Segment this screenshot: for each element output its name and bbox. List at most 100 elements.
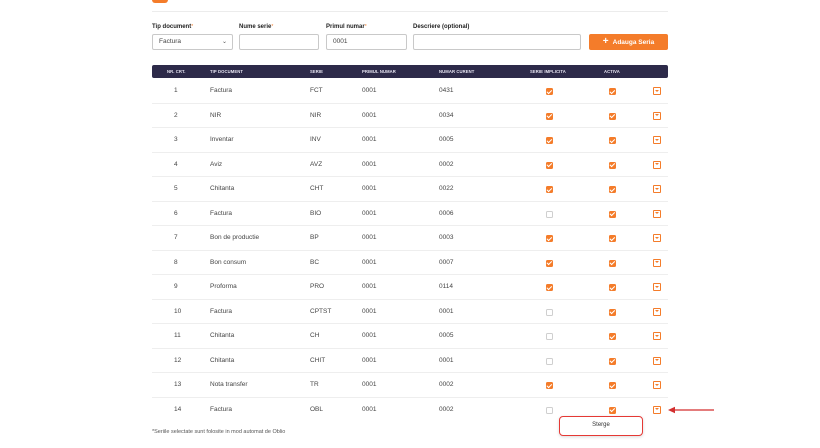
serie-implicita-checkbox[interactable] (546, 382, 553, 389)
activa-checkbox[interactable] (609, 235, 616, 242)
table-row: 10 Factura CPTST 0001 0001 (152, 300, 668, 324)
table-row: 9 Proforma PRO 0001 0114 (152, 275, 668, 300)
cell-tip-document: NIR (210, 111, 222, 119)
cell-primul-numar: 0001 (362, 136, 377, 143)
serie-implicita-checkbox[interactable] (546, 284, 553, 291)
cell-numar-curent: 0006 (439, 209, 454, 217)
descriere-input[interactable] (413, 34, 581, 50)
cell-serie: AVZ (310, 160, 323, 168)
table-row: 7 Bon de productie BP 0001 0003 (152, 226, 668, 251)
cell-primul-numar: 0001 (362, 234, 377, 241)
serie-implicita-checkbox[interactable] (546, 406, 553, 414)
cell-serie: CHIT (310, 356, 326, 364)
cell-primul-numar: 0001 (362, 332, 377, 339)
activa-checkbox[interactable] (609, 357, 616, 365)
serie-implicita-checkbox[interactable] (546, 308, 553, 316)
activa-checkbox[interactable] (609, 308, 616, 316)
add-series-button[interactable]: + Adauga Seria (589, 34, 668, 50)
nume-serie-label: Nume serie* (239, 24, 274, 30)
cell-tip-document: Nota transfer (210, 381, 248, 388)
row-dropdown-icon[interactable] (653, 160, 661, 169)
serie-implicita-checkbox[interactable] (546, 88, 553, 95)
row-dropdown-icon[interactable] (653, 111, 661, 120)
col-nr-crt: NR. CRT. (167, 69, 186, 74)
cell-nr-crt: 12 (174, 356, 182, 364)
activa-checkbox[interactable] (609, 284, 616, 291)
serie-implicita-checkbox[interactable] (546, 137, 553, 144)
row-dropdown-icon[interactable] (653, 234, 661, 242)
cell-numar-curent: 0001 (439, 307, 454, 315)
descriere-label: Descriere (optional) (413, 24, 470, 30)
col-primul-numar: PRIMUL NUMAR (362, 69, 396, 74)
cell-nr-crt: 11 (174, 332, 181, 339)
cell-primul-numar: 0001 (362, 160, 377, 168)
cell-tip-document: Bon consum (210, 258, 247, 266)
table-row: 11 Chitanta CH 0001 0005 (152, 324, 668, 349)
activa-checkbox[interactable] (609, 186, 616, 193)
table-row: 1 Factura FCT 0001 0431 (152, 79, 668, 104)
col-activa: ACTIVA (604, 69, 620, 74)
table-row: 3 Inventar INV 0001 0005 (152, 128, 668, 153)
serie-implicita-checkbox[interactable] (546, 112, 553, 120)
cell-primul-numar: 0001 (362, 185, 377, 192)
cell-numar-curent: 0114 (439, 283, 453, 290)
activa-checkbox[interactable] (609, 259, 616, 267)
top-tab-indicator (152, 0, 168, 3)
delete-menu-item[interactable]: Sterge (559, 416, 643, 436)
activa-checkbox[interactable] (609, 333, 616, 340)
serie-implicita-checkbox[interactable] (546, 357, 553, 365)
activa-checkbox[interactable] (609, 112, 616, 120)
table-row: 13 Nota transfer TR 0001 0002 (152, 373, 668, 398)
activa-checkbox[interactable] (609, 406, 616, 414)
cell-nr-crt: 10 (174, 307, 182, 315)
table-row: 6 Factura BIO 0001 0006 (152, 202, 668, 226)
row-dropdown-icon[interactable] (653, 136, 661, 144)
activa-checkbox[interactable] (609, 88, 616, 95)
serie-implicita-checkbox[interactable] (546, 235, 553, 242)
cell-tip-document: Factura (210, 307, 233, 315)
row-dropdown-icon[interactable] (653, 185, 661, 193)
row-dropdown-icon[interactable] (653, 381, 661, 389)
tip-document-select[interactable]: Factura ⌄ (152, 34, 233, 50)
cell-tip-document: Chitanta (210, 332, 235, 339)
cell-serie: PRO (310, 283, 325, 290)
primul-numar-input[interactable]: 0001 (326, 34, 407, 50)
activa-checkbox[interactable] (609, 210, 616, 218)
cell-serie: INV (310, 136, 321, 143)
footnote: *Seriile selectate sunt folosite in mod … (152, 429, 286, 435)
serie-implicita-checkbox[interactable] (546, 186, 553, 193)
activa-checkbox[interactable] (609, 161, 616, 169)
row-dropdown-icon[interactable] (653, 209, 661, 218)
cell-nr-crt: 3 (174, 136, 178, 143)
cell-nr-crt: 14 (174, 405, 182, 413)
row-dropdown-icon[interactable] (653, 332, 661, 340)
cell-numar-curent: 0002 (439, 405, 454, 413)
cell-numar-curent: 0005 (439, 136, 454, 143)
cell-serie: CHT (310, 185, 324, 192)
serie-implicita-checkbox[interactable] (546, 161, 553, 169)
table-header: NR. CRT. TIP DOCUMENT SERIE PRIMUL NUMAR… (152, 65, 668, 78)
table-row: 12 Chitanta CHIT 0001 0001 (152, 349, 668, 373)
serie-implicita-checkbox[interactable] (546, 333, 553, 340)
cell-numar-curent: 0002 (439, 381, 454, 388)
activa-checkbox[interactable] (609, 382, 616, 389)
cell-numar-curent: 0431 (439, 87, 454, 94)
cell-numar-curent: 0034 (439, 111, 454, 119)
serie-implicita-checkbox[interactable] (546, 210, 553, 218)
arrow-left-icon (668, 406, 714, 414)
row-dropdown-icon[interactable] (653, 87, 661, 95)
cell-nr-crt: 9 (174, 283, 178, 290)
cell-serie: NIR (310, 111, 322, 119)
row-dropdown-icon[interactable] (653, 283, 661, 291)
row-dropdown-icon[interactable] (653, 405, 661, 414)
tip-document-label: Tip document* (152, 24, 194, 30)
cell-primul-numar: 0001 (362, 381, 377, 388)
serie-implicita-checkbox[interactable] (546, 259, 553, 267)
cell-primul-numar: 0001 (362, 283, 377, 290)
cell-numar-curent: 0007 (439, 258, 454, 266)
row-dropdown-icon[interactable] (653, 258, 661, 267)
nume-serie-input[interactable] (239, 34, 319, 50)
activa-checkbox[interactable] (609, 137, 616, 144)
row-dropdown-icon[interactable] (653, 307, 661, 316)
row-dropdown-icon[interactable] (653, 356, 661, 365)
